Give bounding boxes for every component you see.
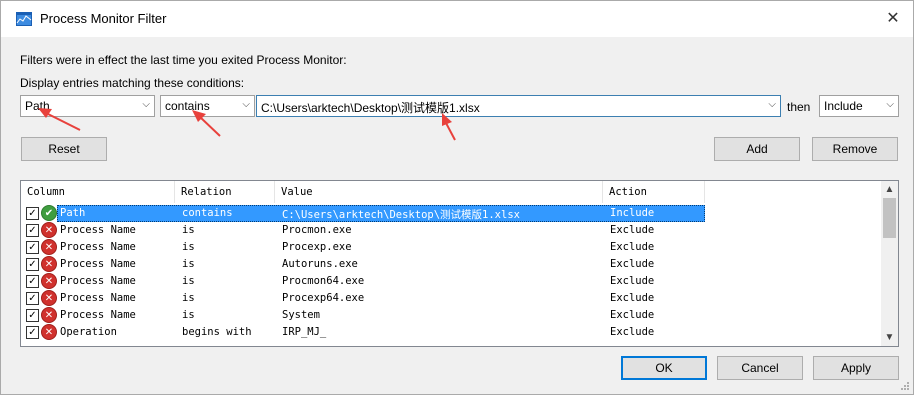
annotation-arrow-column (38, 108, 81, 131)
annotation-arrows (38, 108, 456, 141)
annotation-arrow-relation (192, 110, 221, 137)
annotation-arrow-value (442, 113, 456, 141)
